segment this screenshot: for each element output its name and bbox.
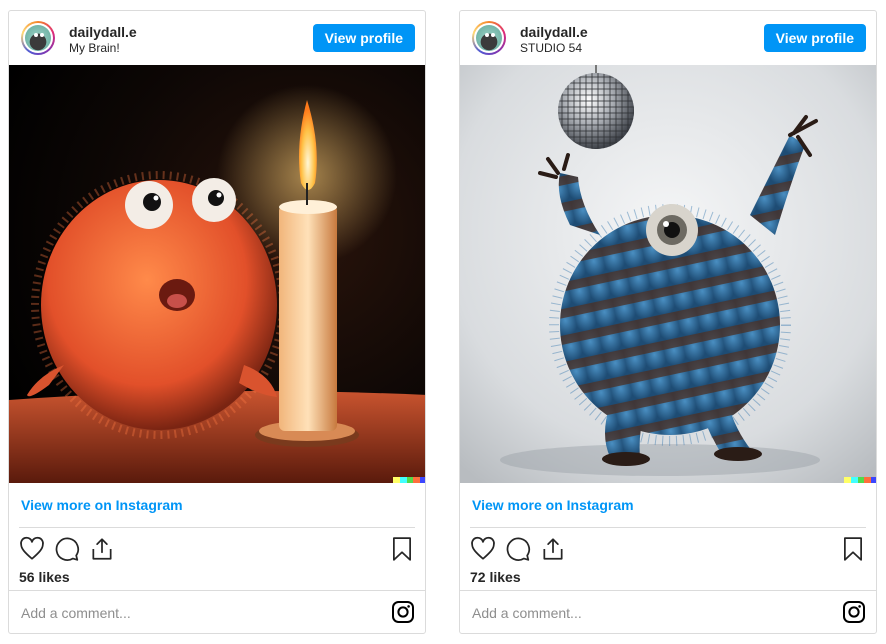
instagram-embed-card: dailydall.e STUDIO 54 View profile View … [459, 10, 877, 634]
instagram-embed-card: dailydall.e My Brain! View profile View … [8, 10, 426, 634]
post-header: dailydall.e STUDIO 54 View profile [460, 11, 876, 65]
dalle-watermark [393, 477, 425, 483]
post-actions [460, 528, 876, 568]
heart-icon[interactable] [19, 536, 45, 562]
avatar-image [476, 25, 502, 51]
comment-icon[interactable] [54, 536, 80, 562]
comment-bar [460, 590, 876, 633]
orange-creature-candle-image [9, 65, 425, 483]
avatar[interactable] [472, 21, 506, 55]
bookmark-icon[interactable] [840, 536, 866, 562]
username[interactable]: dailydall.e [520, 24, 588, 40]
post-actions [9, 528, 425, 568]
instagram-icon[interactable] [842, 600, 866, 624]
comment-input[interactable] [19, 601, 353, 625]
comment-bar [9, 590, 425, 633]
post-image[interactable] [460, 65, 876, 483]
post-caption-line: My Brain! [69, 41, 120, 55]
dalle-watermark [844, 477, 876, 483]
view-more-on-instagram-link[interactable]: View more on Instagram [460, 483, 876, 527]
comment-input[interactable] [470, 601, 804, 625]
view-profile-button[interactable]: View profile [312, 24, 415, 52]
avatar[interactable] [21, 21, 55, 55]
avatar-image [25, 25, 51, 51]
comment-icon[interactable] [505, 536, 531, 562]
view-profile-button[interactable]: View profile [763, 24, 866, 52]
post-caption-line: STUDIO 54 [520, 41, 583, 55]
username[interactable]: dailydall.e [69, 24, 137, 40]
heart-icon[interactable] [470, 536, 496, 562]
blue-monster-disco-ball-image [460, 65, 876, 483]
share-icon[interactable] [540, 536, 566, 562]
share-icon[interactable] [89, 536, 115, 562]
bookmark-icon[interactable] [389, 536, 415, 562]
post-header: dailydall.e My Brain! View profile [9, 11, 425, 65]
instagram-icon[interactable] [391, 600, 415, 624]
post-image[interactable] [9, 65, 425, 483]
like-count[interactable]: 56 likes [9, 568, 425, 592]
like-count[interactable]: 72 likes [460, 568, 876, 592]
view-more-on-instagram-link[interactable]: View more on Instagram [9, 483, 425, 527]
